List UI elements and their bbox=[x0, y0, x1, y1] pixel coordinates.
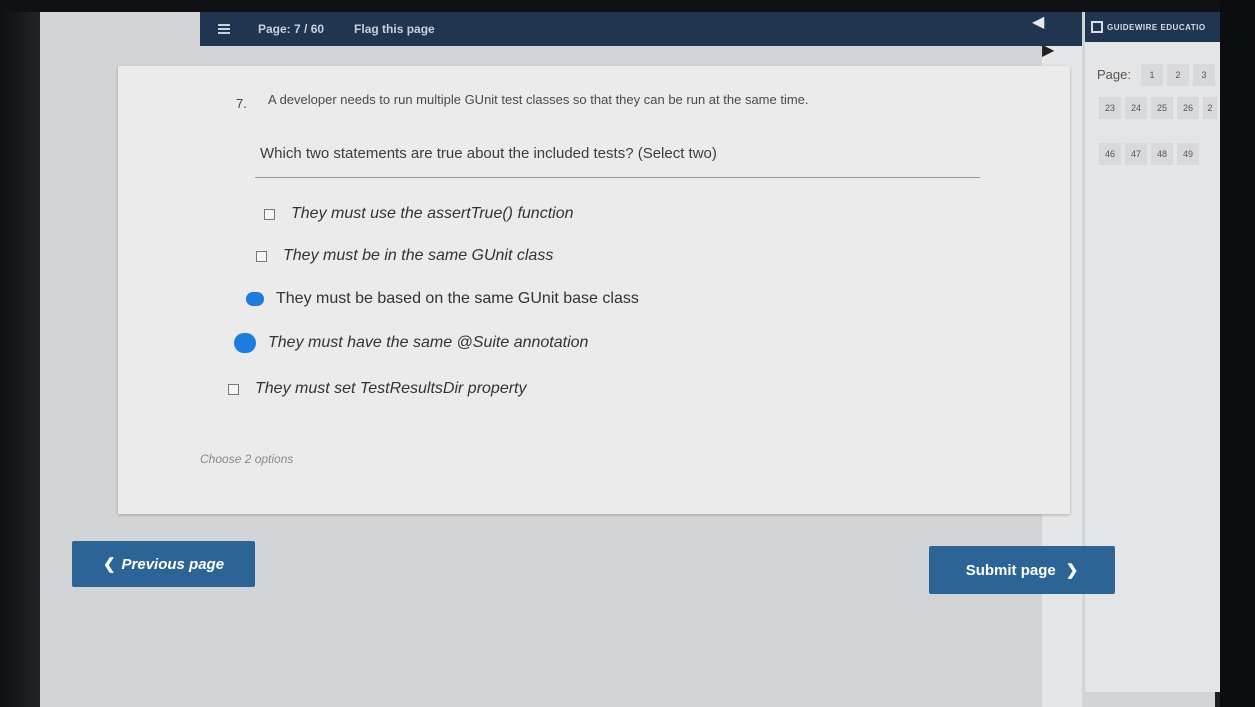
page-nav-cell[interactable]: 2 bbox=[1167, 64, 1189, 86]
answer-option[interactable]: They must be based on the same GUnit bas… bbox=[246, 290, 639, 308]
page-nav-cell[interactable]: 2 bbox=[1203, 97, 1217, 119]
question-divider bbox=[255, 177, 980, 178]
submit-page-button[interactable]: Submit page ❯ bbox=[929, 546, 1115, 594]
previous-page-label: Previous page bbox=[121, 555, 225, 573]
page-nav-cell[interactable]: 25 bbox=[1151, 97, 1173, 119]
page-nav-cell[interactable]: 24 bbox=[1125, 97, 1147, 119]
device-bezel-top bbox=[0, 0, 1255, 12]
checkbox-checked[interactable] bbox=[234, 333, 256, 353]
answer-option[interactable]: They must use the assertTrue() function bbox=[264, 205, 573, 223]
answer-option[interactable]: They must be in the same GUnit class bbox=[256, 247, 553, 265]
expand-panel-icon[interactable]: ▶ bbox=[1042, 40, 1054, 60]
option-label: They must be in the same GUnit class bbox=[283, 247, 554, 264]
checkbox-checked[interactable] bbox=[246, 292, 264, 306]
page-nav-label: Page: bbox=[1097, 67, 1131, 82]
answer-option[interactable]: They must have the same @Suite annotatio… bbox=[234, 333, 588, 353]
page-nav-cell[interactable]: 26 bbox=[1177, 97, 1199, 119]
previous-page-button[interactable]: ❮ Previous page bbox=[72, 541, 255, 587]
exam-header: Page: 7 / 60 Flag this page bbox=[200, 12, 1042, 46]
page-nav-cell[interactable]: 49 bbox=[1177, 143, 1199, 165]
chevron-right-icon: ❯ bbox=[1065, 562, 1079, 579]
submit-page-label: Submit page bbox=[965, 561, 1056, 579]
page-nav-cell[interactable]: 1 bbox=[1141, 64, 1163, 86]
chevron-left-icon: ❮ bbox=[102, 556, 116, 573]
checkbox[interactable] bbox=[256, 250, 267, 262]
selection-hint: Choose 2 options bbox=[200, 452, 294, 466]
checkbox[interactable] bbox=[228, 383, 239, 395]
collapse-panel-icon[interactable]: ◀ bbox=[1032, 12, 1044, 32]
hamburger-menu-icon[interactable] bbox=[218, 22, 230, 36]
flag-page-button[interactable]: Flag this page bbox=[354, 22, 435, 36]
option-label: They must use the assertTrue() function bbox=[291, 205, 574, 222]
question-text: A developer needs to run multiple GUnit … bbox=[268, 92, 809, 107]
question-prompt: Which two statements are true about the … bbox=[260, 145, 717, 162]
guidewire-logo-icon bbox=[1091, 21, 1103, 33]
option-label: They must set TestResultsDir property bbox=[255, 380, 527, 397]
page-nav-cell[interactable]: 3 bbox=[1193, 64, 1215, 86]
option-label: They must be based on the same GUnit bas… bbox=[276, 290, 639, 307]
question-number: 7. bbox=[236, 96, 247, 111]
page-nav-cell[interactable]: 23 bbox=[1099, 97, 1121, 119]
page-nav-cell[interactable]: 46 bbox=[1099, 143, 1121, 165]
device-bezel-right bbox=[1220, 0, 1255, 707]
page-nav-cell[interactable]: 48 bbox=[1151, 143, 1173, 165]
answer-option[interactable]: They must set TestResultsDir property bbox=[228, 380, 527, 398]
page-indicator: Page: 7 / 60 bbox=[258, 22, 325, 36]
checkbox[interactable] bbox=[264, 208, 275, 220]
page-nav-cell[interactable]: 47 bbox=[1125, 143, 1147, 165]
brand-name: GUIDEWIRE EDUCATIO bbox=[1107, 22, 1206, 32]
option-label: They must have the same @Suite annotatio… bbox=[268, 334, 589, 351]
